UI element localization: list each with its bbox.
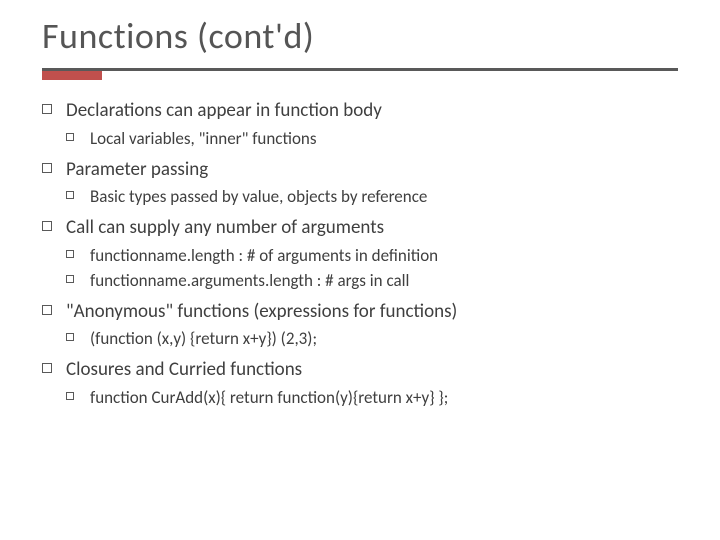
title-divider <box>42 68 678 80</box>
square-bullet-icon <box>66 131 74 146</box>
divider-accent <box>42 71 102 80</box>
square-bullet-icon <box>66 273 74 288</box>
list-item: function CurAdd(x){ return function(y){r… <box>66 387 678 410</box>
item-text: Parameter passing <box>66 158 208 181</box>
square-bullet-icon <box>42 219 52 237</box>
list-item: (function (x,y) {return x+y}) (2,3); <box>66 328 678 351</box>
square-bullet-icon <box>66 331 74 346</box>
list-item: Basic types passed by value, objects by … <box>66 186 678 209</box>
item-text: Local variables, "inner" functions <box>90 128 317 149</box>
list-item: Closures and Curried functions function … <box>42 357 678 410</box>
square-bullet-icon <box>42 303 52 321</box>
item-text: functionname.length : # of arguments in … <box>90 245 438 266</box>
slide-content: Declarations can appear in function body… <box>42 98 678 410</box>
square-bullet-icon <box>66 248 74 263</box>
sub-list: function CurAdd(x){ return function(y){r… <box>66 387 678 410</box>
outline-list: Declarations can appear in function body… <box>42 98 678 410</box>
list-item: functionname.arguments.length : # args i… <box>66 270 678 293</box>
item-text: Closures and Curried functions <box>66 358 302 381</box>
square-bullet-icon <box>66 189 74 204</box>
list-item: Parameter passing Basic types passed by … <box>42 157 678 210</box>
list-item: Declarations can appear in function body… <box>42 98 678 151</box>
list-item: Call can supply any number of arguments … <box>42 215 678 293</box>
square-bullet-icon <box>42 361 52 379</box>
sub-list: (function (x,y) {return x+y}) (2,3); <box>66 328 678 351</box>
item-text: "Anonymous" functions (expressions for f… <box>66 300 457 323</box>
square-bullet-icon <box>42 161 52 179</box>
sub-list: functionname.length : # of arguments in … <box>66 245 678 293</box>
list-item: functionname.length : # of arguments in … <box>66 245 678 268</box>
list-item: "Anonymous" functions (expressions for f… <box>42 299 678 352</box>
item-text: Basic types passed by value, objects by … <box>90 186 427 207</box>
slide-title: Functions (cont'd) <box>42 14 678 58</box>
square-bullet-icon <box>66 390 74 405</box>
item-text: Declarations can appear in function body <box>66 99 382 122</box>
list-item: Local variables, "inner" functions <box>66 128 678 151</box>
divider-line <box>42 68 678 71</box>
item-text: functionname.arguments.length : # args i… <box>90 270 409 291</box>
sub-list: Local variables, "inner" functions <box>66 128 678 151</box>
item-text: Call can supply any number of arguments <box>66 216 384 239</box>
item-text: (function (x,y) {return x+y}) (2,3); <box>90 328 317 349</box>
slide: Functions (cont'd) Declarations can appe… <box>0 0 720 540</box>
item-text: function CurAdd(x){ return function(y){r… <box>90 387 448 408</box>
sub-list: Basic types passed by value, objects by … <box>66 186 678 209</box>
square-bullet-icon <box>42 102 52 120</box>
